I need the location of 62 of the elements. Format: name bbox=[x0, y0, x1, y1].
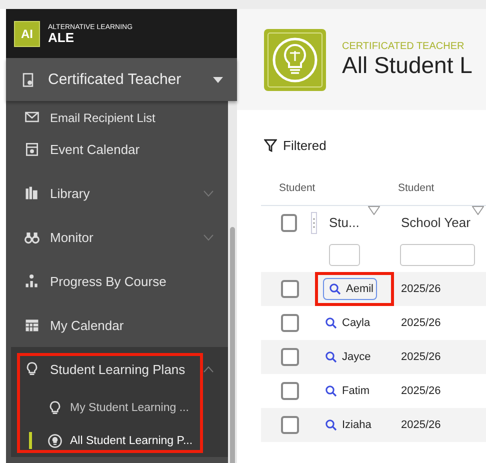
column-menu-icon[interactable] bbox=[311, 212, 317, 234]
calendar-icon bbox=[24, 141, 40, 157]
filter-icon[interactable] bbox=[368, 206, 380, 215]
page-title: All Student L bbox=[342, 52, 472, 78]
filter-field[interactable] bbox=[400, 244, 475, 266]
search-icon[interactable] bbox=[325, 419, 337, 431]
nav-item[interactable]: Student Learning Plans bbox=[11, 347, 228, 391]
books-icon bbox=[24, 185, 40, 201]
table-row[interactable]: Fatim 2025/26 bbox=[261, 374, 486, 408]
table-row[interactable]: Jayce 2025/26 bbox=[261, 340, 486, 374]
row-checkbox[interactable] bbox=[281, 348, 299, 366]
filter-status: Filtered bbox=[283, 138, 326, 153]
school-year: 2025/26 bbox=[401, 283, 441, 295]
app-name: ALE bbox=[48, 30, 75, 44]
filter-field[interactable] bbox=[329, 244, 360, 266]
nav-subitem[interactable]: My Student Learning ... bbox=[11, 391, 228, 424]
student-name[interactable]: Fatim bbox=[342, 385, 370, 397]
column-group-header: Student bbox=[278, 182, 316, 194]
calendar-icon bbox=[24, 317, 40, 333]
student-name[interactable]: Jayce bbox=[342, 351, 371, 363]
envelope-icon bbox=[24, 109, 40, 125]
role-menu[interactable]: Certificated Teacher bbox=[6, 58, 237, 101]
column-group-header: Student bbox=[397, 182, 434, 194]
select-all-checkbox[interactable] bbox=[281, 214, 297, 232]
nav-item[interactable]: My Calendar bbox=[6, 303, 228, 347]
student-name[interactable]: Cayla bbox=[342, 317, 370, 329]
table-row[interactable]: Iziaha 2025/26 bbox=[261, 408, 486, 442]
row-checkbox[interactable] bbox=[281, 416, 299, 434]
nav-subitem[interactable]: All Student Learning P... bbox=[11, 424, 228, 457]
row-checkbox[interactable] bbox=[281, 314, 299, 332]
school-year: 2025/26 bbox=[401, 385, 441, 397]
search-icon[interactable] bbox=[329, 283, 341, 295]
app-logo: AI bbox=[14, 20, 40, 46]
scrollbar[interactable] bbox=[228, 101, 237, 463]
school-year: 2025/26 bbox=[401, 317, 441, 329]
filter-icon[interactable] bbox=[472, 206, 484, 215]
search-icon[interactable] bbox=[325, 385, 337, 397]
nav-item[interactable]: Event Calendar bbox=[6, 127, 228, 171]
row-checkbox[interactable] bbox=[281, 280, 299, 298]
column-header[interactable]: Stu... bbox=[317, 215, 360, 230]
caret-icon bbox=[213, 76, 223, 82]
school-year: 2025/26 bbox=[401, 419, 441, 431]
school-year: 2025/26 bbox=[401, 351, 441, 363]
nav-item[interactable]: Progress By Course bbox=[6, 259, 228, 303]
student-name[interactable]: Iziaha bbox=[342, 419, 372, 431]
table-row[interactable]: Aemil 2025/26 bbox=[261, 272, 486, 306]
lightbulb-icon bbox=[264, 28, 326, 90]
lightbulb-icon bbox=[47, 400, 63, 416]
nav-item[interactable]: Monitor bbox=[6, 215, 228, 259]
chart-icon bbox=[24, 273, 40, 289]
section-label: CERTIFICATED TEACHER bbox=[342, 40, 466, 52]
table-row[interactable]: Cayla 2025/26 bbox=[261, 306, 486, 340]
search-icon[interactable] bbox=[325, 351, 337, 363]
column-header[interactable]: School Year bbox=[384, 215, 470, 230]
row-checkbox[interactable] bbox=[281, 382, 299, 400]
clipboard-icon bbox=[20, 72, 36, 88]
nav-item[interactable]: Email Recipient List bbox=[6, 101, 228, 127]
lightbulb-icon bbox=[47, 432, 63, 448]
lightbulb-icon bbox=[24, 361, 40, 377]
search-icon[interactable] bbox=[325, 317, 337, 329]
filter-icon bbox=[264, 139, 277, 152]
nav-item[interactable]: Library bbox=[6, 171, 228, 215]
